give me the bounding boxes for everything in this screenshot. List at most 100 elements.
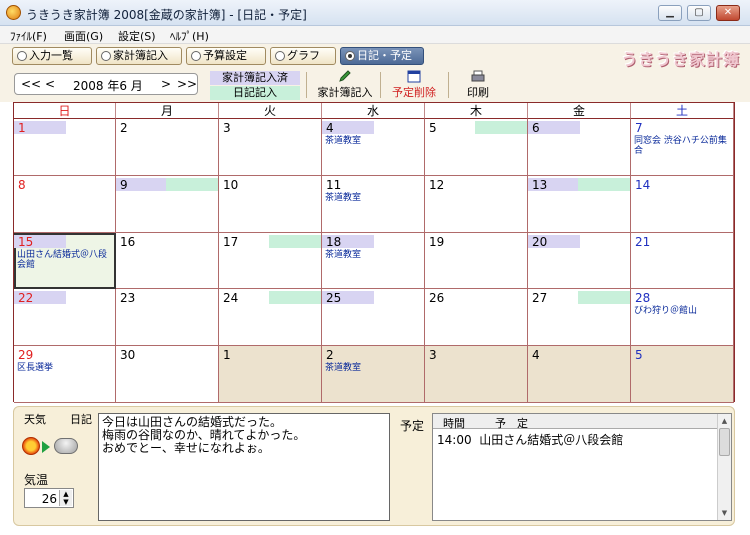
calendar-day-cell[interactable]: 26: [425, 289, 528, 347]
calendar-day-cell[interactable]: 18 茶道教室: [322, 232, 425, 290]
calendar-day-cell[interactable]: 1: [14, 119, 116, 176]
day-number: 3: [223, 121, 231, 135]
next-year-button[interactable]: >>: [177, 77, 197, 91]
calendar-day-cell[interactable]: 8: [14, 175, 116, 233]
calendar-day-cell[interactable]: 19: [425, 232, 528, 290]
scroll-thumb[interactable]: [719, 428, 730, 456]
tab-bar: 入力一覧 家計簿記入 予算設定 グラフ 日記・予定 うきうき家計簿: [0, 44, 750, 69]
calendar-day-cell[interactable]: 6: [528, 119, 631, 176]
plan-column-header[interactable]: 予 定: [495, 415, 528, 431]
day-number: 16: [120, 234, 136, 249]
calendar-day-cell[interactable]: 22: [14, 289, 116, 347]
weekday-header: 月: [116, 103, 219, 119]
calendar-day-cell[interactable]: 14: [631, 175, 734, 233]
schedule-list[interactable]: 時間 予 定 14:00 山田さん結婚式＠八段会館 ▲ ▼: [432, 413, 732, 521]
day-event: 区長選挙: [17, 363, 54, 374]
calendar-day-cell[interactable]: 25: [322, 289, 425, 347]
calendar-day-cell[interactable]: 4: [528, 346, 631, 403]
calendar-day-cell[interactable]: 23: [116, 289, 219, 347]
prev-year-button[interactable]: <<: [21, 77, 41, 91]
schedule-time: 14:00: [437, 433, 472, 447]
weather-label: 天気: [24, 413, 46, 426]
close-button[interactable]: ✕: [716, 5, 740, 21]
temperature-value: 26: [41, 492, 57, 506]
menu-file[interactable]: ﾌｧｲﾙ(F): [10, 28, 47, 44]
scroll-down-icon[interactable]: ▼: [719, 507, 730, 519]
tab-budget[interactable]: 予算設定: [186, 47, 266, 65]
diary-panel: 天気 日記 気温 26 ▲ ▼ 今日は山田さんの結婚式だった。 梅雨の谷間なのか、…: [13, 406, 735, 526]
calendar-day-cell[interactable]: 16: [116, 232, 219, 290]
calendar-day-cell[interactable]: 30: [116, 346, 219, 403]
kakeibo-entry-button[interactable]: 家計簿記入: [314, 70, 376, 100]
calendar-day-cell[interactable]: 2: [116, 119, 219, 176]
tab-graph[interactable]: グラフ: [270, 47, 336, 65]
calendar-day-cell[interactable]: 5: [425, 119, 528, 176]
calendar-day-cell[interactable]: 1: [219, 346, 322, 403]
calendar-day-cell[interactable]: 28 びわ狩り＠館山: [631, 289, 734, 347]
radio-icon: [101, 51, 111, 61]
delete-schedule-button[interactable]: 予定削除: [388, 70, 440, 100]
calendar-day-cell[interactable]: 17: [219, 232, 322, 290]
day-event: 山田さん結婚式＠八段会館: [17, 249, 108, 270]
calendar-day-cell[interactable]: 4 茶道教室: [322, 119, 425, 176]
day-number: 11: [326, 177, 342, 192]
calendar-day-cell[interactable]: 3: [425, 346, 528, 403]
schedule-row[interactable]: 14:00 山田さん結婚式＠八段会館: [437, 431, 623, 448]
app-logo: うきうき家計簿: [621, 50, 740, 69]
day-number: 18: [326, 234, 342, 249]
calendar-day-cell[interactable]: 29 区長選挙: [14, 346, 116, 403]
day-number: 2: [120, 121, 128, 135]
diary-line: おめでとー、幸せになれよぉ。: [102, 441, 270, 455]
calendar-day-cell[interactable]: 5: [631, 346, 734, 403]
print-button[interactable]: 印刷: [458, 70, 498, 100]
day-event: 同窓会 渋谷ハチ公前集合: [634, 136, 727, 156]
sun-icon[interactable]: [22, 437, 40, 455]
minimize-button[interactable]: ▁: [658, 5, 682, 21]
menu-help[interactable]: ﾍﾙﾌﾟ(H): [170, 28, 209, 44]
calendar-day-cell[interactable]: 12: [425, 175, 528, 233]
scrollbar[interactable]: ▲ ▼: [717, 414, 731, 520]
toolbar: << < 2008 年6 月 > >> 家計簿記入済 日記記入 家計簿記入 予定…: [0, 68, 750, 102]
weekday-header: 水: [322, 103, 425, 119]
diary-entered-band: [578, 291, 630, 305]
calendar-day-cell[interactable]: 3: [219, 119, 322, 176]
calendar-day-cell[interactable]: 20: [528, 232, 631, 290]
day-number: 6: [532, 121, 540, 135]
calendar-day-cell[interactable]: 7 同窓会 渋谷ハチ公前集合: [631, 119, 734, 176]
calendar-day-cell[interactable]: 9: [116, 175, 219, 233]
tab-input-list[interactable]: 入力一覧: [12, 47, 92, 65]
menu-view[interactable]: 画面(G): [64, 28, 103, 44]
diary-textarea[interactable]: 今日は山田さんの結婚式だった。 梅雨の谷間なのか、晴れてよかった。 おめでとー、…: [98, 413, 390, 521]
day-number: 30: [120, 348, 136, 363]
day-number: 13: [532, 177, 548, 192]
day-number: 12: [429, 177, 445, 192]
prev-month-button[interactable]: <: [45, 77, 55, 91]
calendar-day-cell[interactable]: 10: [219, 175, 322, 233]
radio-icon: [345, 51, 355, 61]
calendar-day-cell[interactable]: 21: [631, 232, 734, 290]
calendar-day-cell[interactable]: 24: [219, 289, 322, 347]
day-number: 20: [532, 234, 548, 249]
maximize-button[interactable]: ▢: [687, 5, 711, 21]
day-number: 25: [326, 291, 342, 306]
menu-settings[interactable]: 設定(S): [118, 28, 156, 44]
next-month-button[interactable]: >: [161, 77, 171, 91]
tab-label: 家計簿記入: [113, 49, 168, 62]
cloud-icon[interactable]: [54, 438, 78, 454]
temperature-stepper[interactable]: 26 ▲ ▼: [24, 488, 74, 508]
calendar-day-cell[interactable]: 2 茶道教室: [322, 346, 425, 403]
calendar-day-cell[interactable]: 11 茶道教室: [322, 175, 425, 233]
tab-diary-schedule[interactable]: 日記・予定: [340, 47, 424, 65]
printer-icon: [471, 70, 485, 82]
tab-label: グラフ: [287, 49, 320, 62]
schedule-plan: 山田さん結婚式＠八段会館: [479, 433, 624, 447]
month-navigator: << < 2008 年6 月 > >>: [14, 73, 198, 95]
calendar-delete-icon: [407, 70, 421, 83]
calendar-day-cell[interactable]: 13: [528, 175, 631, 233]
calendar-day-cell[interactable]: 15 山田さん結婚式＠八段会館: [14, 232, 116, 290]
scroll-up-icon[interactable]: ▲: [719, 415, 730, 427]
time-column-header[interactable]: 時間: [443, 415, 465, 431]
spin-arrows-icon[interactable]: ▲ ▼: [59, 490, 72, 506]
calendar-day-cell[interactable]: 27: [528, 289, 631, 347]
tab-kakeibo-entry[interactable]: 家計簿記入: [96, 47, 182, 65]
